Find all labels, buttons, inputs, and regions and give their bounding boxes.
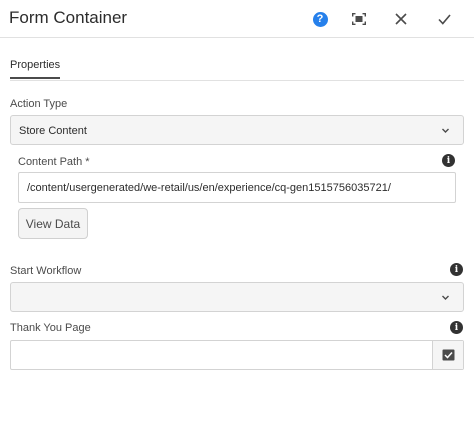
dialog-title: Form Container	[9, 8, 128, 27]
chevron-down-icon	[442, 128, 449, 133]
action-type-value: Store Content	[19, 125, 87, 137]
dialog-header: Form Container ?	[0, 0, 474, 38]
path-picker-icon	[442, 349, 454, 361]
checkmark-icon	[437, 13, 451, 25]
tab-properties[interactable]: Properties	[10, 59, 61, 79]
help-icon: ?	[312, 11, 328, 27]
fullscreen-button[interactable]	[347, 7, 371, 31]
action-type-select[interactable]: Store Content	[10, 115, 464, 145]
close-icon	[395, 13, 407, 25]
tab-divider	[10, 80, 464, 81]
help-button[interactable]: ?	[308, 7, 332, 31]
path-picker-button[interactable]	[432, 341, 463, 369]
view-data-button[interactable]: View Data	[18, 208, 88, 239]
content-path-label: Content Path *	[18, 156, 90, 168]
action-type-label: Action Type	[10, 98, 68, 110]
content-path-value: /content/usergenerated/we-retail/us/en/e…	[27, 182, 391, 194]
thank-you-page-input[interactable]	[10, 340, 464, 370]
done-button[interactable]	[432, 7, 456, 31]
fullscreen-icon	[352, 13, 366, 25]
info-icon[interactable]: i	[442, 154, 455, 167]
info-icon[interactable]: i	[450, 321, 463, 334]
start-workflow-select[interactable]	[10, 282, 464, 312]
start-workflow-label: Start Workflow	[10, 265, 82, 277]
close-button[interactable]	[389, 7, 413, 31]
content-path-input[interactable]: /content/usergenerated/we-retail/us/en/e…	[18, 172, 456, 203]
info-icon[interactable]: i	[450, 263, 463, 276]
thank-you-page-label: Thank You Page	[10, 322, 91, 334]
chevron-down-icon	[442, 295, 449, 300]
